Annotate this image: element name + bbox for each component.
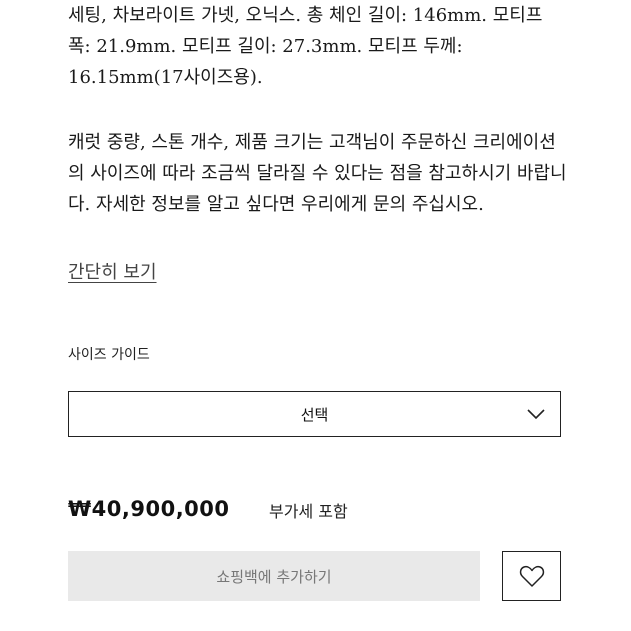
- add-to-cart-label: 쇼핑백에 추가하기: [216, 567, 332, 586]
- size-select[interactable]: 선택: [68, 391, 561, 437]
- add-to-cart-button[interactable]: 쇼핑백에 추가하기: [68, 551, 480, 601]
- description-paragraph-notice: 캐럿 중량, 스톤 개수, 제품 크기는 고객님이 주문하신 크리에이션의 사이…: [68, 132, 567, 215]
- heart-icon: [519, 565, 544, 587]
- collapse-description-link[interactable]: 간단히 보기: [68, 258, 157, 284]
- price-amount: ₩40,900,000: [68, 497, 230, 521]
- description-paragraph-specs: 세팅, 차보라이트 가넷, 오닉스. 총 체인 길이: 146mm. 모티프 폭…: [68, 5, 543, 88]
- vat-note: 부가세 포함: [269, 502, 348, 521]
- wishlist-button[interactable]: [502, 551, 561, 601]
- size-select-value: 선택: [300, 405, 329, 424]
- chevron-down-icon: [527, 409, 545, 420]
- size-guide-label: 사이즈 가이드: [68, 347, 150, 363]
